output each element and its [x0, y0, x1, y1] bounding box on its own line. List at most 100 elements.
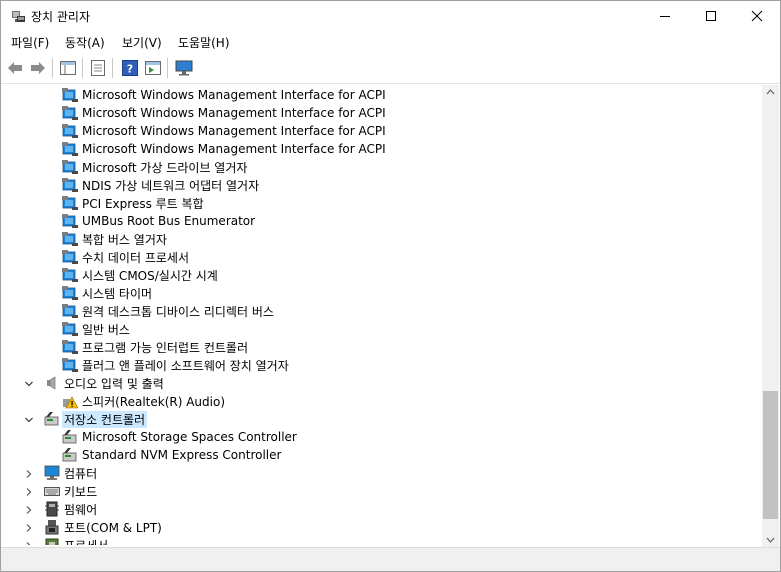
tree-device-item[interactable]: Microsoft Windows Management Interface f… — [62, 140, 386, 158]
title-bar: 장치 관리자 — [1, 1, 780, 31]
scan-hardware-button[interactable] — [175, 59, 193, 77]
tree-device-item[interactable]: 시스템 CMOS/실시간 시계 — [62, 266, 218, 284]
tree-device-item[interactable]: Standard NVM Express Controller — [62, 446, 281, 464]
tree-device-item[interactable]: Microsoft 가상 드라이브 열거자 — [62, 158, 247, 176]
tree-item-label: Microsoft Windows Management Interface f… — [82, 88, 386, 102]
chevron-right-icon[interactable] — [24, 504, 34, 514]
tree-item-label: 스피커(Realtek(R) Audio) — [82, 394, 226, 409]
help-button[interactable]: ? — [121, 59, 139, 77]
properties-view-icon — [60, 61, 76, 75]
system-device-icon — [62, 177, 78, 193]
tree-device-item[interactable]: 플러그 앤 플레이 소프트웨어 장치 열거자 — [62, 356, 289, 374]
speaker-icon — [44, 375, 60, 391]
scrollbar-thumb[interactable] — [763, 391, 778, 519]
tree-device-item[interactable]: 시스템 타이머 — [62, 284, 152, 302]
minimize-icon — [660, 16, 670, 17]
tree-device-item[interactable]: 스피커(Realtek(R) Audio) — [62, 392, 225, 410]
svg-text:?: ? — [127, 63, 133, 76]
tree-item-label: Standard NVM Express Controller — [82, 448, 282, 462]
chevron-down-icon[interactable] — [24, 378, 34, 388]
tree-item-label: Microsoft Windows Management Interface f… — [82, 106, 386, 120]
tree-category-item[interactable]: 컴퓨터 — [26, 464, 98, 482]
tree-category-item[interactable]: 키보드 — [26, 482, 98, 500]
menu-action[interactable]: 동작(A) — [65, 34, 105, 51]
system-device-icon — [62, 267, 78, 283]
tree-category-item[interactable]: 프로세서 — [26, 536, 108, 546]
chevron-right-icon[interactable] — [24, 486, 34, 496]
chevron-right-icon[interactable] — [24, 540, 34, 545]
tree-category-item[interactable]: 펌웨어 — [26, 500, 98, 518]
tree-item-label: 포트(COM & LPT) — [64, 520, 162, 535]
properties-button[interactable] — [89, 59, 107, 77]
run-icon — [145, 61, 161, 75]
chevron-down-icon[interactable] — [24, 414, 34, 424]
tree-item-label: 펌웨어 — [64, 502, 98, 517]
tree-device-item[interactable]: 일반 버스 — [62, 320, 130, 338]
tree-category-audio[interactable]: 오디오 입력 및 출력 — [25, 374, 164, 392]
computer-icon — [44, 465, 60, 481]
tree-device-item[interactable]: 원격 데스크톱 디바이스 리디렉터 버스 — [62, 302, 274, 320]
tree-item-label: 시스템 타이머 — [82, 286, 153, 301]
tree-device-item[interactable]: 복합 버스 열거자 — [62, 230, 167, 248]
system-device-icon — [62, 123, 78, 139]
port-icon — [44, 519, 60, 535]
scroll-down-icon[interactable] — [762, 533, 779, 547]
action-view-button[interactable] — [144, 59, 162, 77]
tree-device-item[interactable]: 수치 데이터 프로세서 — [62, 248, 189, 266]
tree-item-label: 원격 데스크톱 디바이스 리디렉터 버스 — [82, 304, 274, 319]
tree-item-label: 저장소 컨트롤러 — [62, 410, 148, 428]
forward-button[interactable] — [29, 59, 47, 77]
tree-item-label: UMBus Root Bus Enumerator — [82, 214, 256, 228]
minimize-button[interactable] — [642, 1, 688, 31]
tree-item-label: 일반 버스 — [82, 322, 130, 337]
scroll-up-icon[interactable] — [762, 85, 779, 99]
tree-device-item[interactable]: Microsoft Windows Management Interface f… — [62, 104, 386, 122]
tree-device-item[interactable]: 프로그램 가능 인터럽트 컨트롤러 — [62, 338, 248, 356]
back-button[interactable] — [6, 59, 24, 77]
system-device-icon — [62, 285, 78, 301]
system-device-icon — [62, 357, 78, 373]
tree-device-item[interactable]: Microsoft Windows Management Interface f… — [62, 86, 386, 104]
tree-item-label: 시스템 CMOS/실시간 시계 — [82, 268, 218, 283]
storage-controller-icon — [44, 411, 60, 427]
storage-controller-icon — [62, 447, 78, 463]
system-device-icon — [62, 249, 78, 265]
status-bar — [1, 547, 780, 571]
chevron-right-icon[interactable] — [24, 522, 34, 532]
chevron-right-icon[interactable] — [24, 468, 34, 478]
tree-device-item[interactable]: PCI Express 루트 복합 — [62, 194, 204, 212]
window-title: 장치 관리자 — [31, 10, 91, 24]
system-device-icon — [62, 159, 78, 175]
tree-category-item[interactable]: 포트(COM & LPT) — [26, 518, 162, 536]
tree-item-label: 오디오 입력 및 출력 — [64, 376, 164, 391]
tree-item-label: 키보드 — [64, 484, 98, 499]
tree-device-item[interactable]: NDIS 가상 네트워크 어댑터 열거자 — [62, 176, 259, 194]
menu-file[interactable]: 파일(F) — [11, 34, 49, 51]
keyboard-icon — [44, 483, 60, 499]
device-manager-window: 장치 관리자 파일(F) 동작(A) 보기(V) 도움말(H) ? Micros… — [0, 0, 781, 572]
menu-help[interactable]: 도움말(H) — [178, 34, 230, 51]
tree-item-label: 컴퓨터 — [64, 466, 98, 481]
toolbar-separator — [167, 58, 168, 78]
tree-item-label: 프로세서 — [64, 537, 108, 546]
maximize-icon — [706, 11, 716, 21]
menu-bar: 파일(F) 동작(A) 보기(V) 도움말(H) — [1, 31, 780, 53]
device-tree[interactable]: Microsoft Windows Management Interface f… — [4, 85, 762, 545]
warning-speaker-icon — [62, 393, 78, 409]
tree-device-item[interactable]: Microsoft Windows Management Interface f… — [62, 122, 386, 140]
close-button[interactable] — [734, 1, 780, 31]
system-device-icon — [62, 231, 78, 247]
show-hide-tree-button[interactable] — [59, 59, 77, 77]
tree-device-item[interactable]: UMBus Root Bus Enumerator — [62, 212, 255, 230]
system-device-icon — [62, 105, 78, 121]
system-device-icon — [62, 213, 78, 229]
tree-category-storage[interactable]: 저장소 컨트롤러 — [25, 410, 148, 428]
menu-view[interactable]: 보기(V) — [122, 34, 162, 51]
system-device-icon — [62, 339, 78, 355]
tree-item-label: 프로그램 가능 인터럽트 컨트롤러 — [82, 340, 249, 355]
vertical-scrollbar[interactable] — [762, 85, 779, 547]
tree-item-label: Microsoft Windows Management Interface f… — [82, 142, 386, 156]
tree-item-label: 플러그 앤 플레이 소프트웨어 장치 열거자 — [82, 358, 289, 373]
tree-device-item[interactable]: Microsoft Storage Spaces Controller — [62, 428, 297, 446]
maximize-button[interactable] — [688, 1, 734, 31]
